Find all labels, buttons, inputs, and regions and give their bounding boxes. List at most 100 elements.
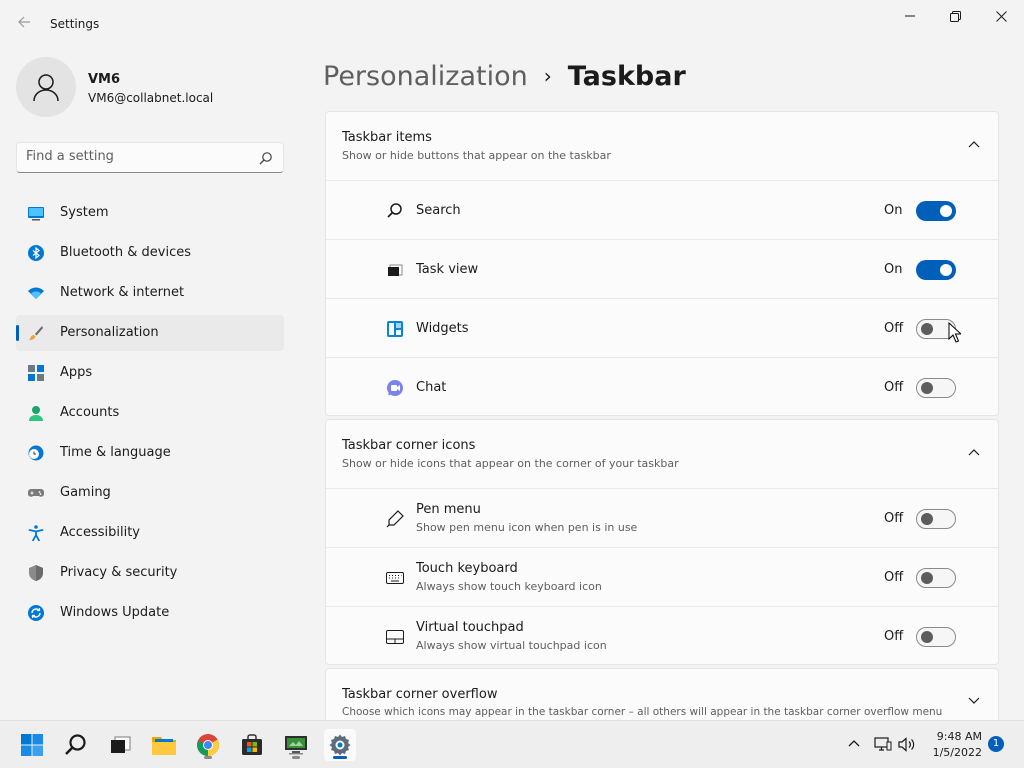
sidebar-item-windows-update[interactable]: Windows Update [16,595,284,631]
widgets-icon [387,321,403,337]
brush-icon [29,326,43,340]
setting-description: Always show virtual touchpad icon [416,639,607,652]
toggle-knob [921,631,933,643]
file-explorer-icon [152,737,176,755]
setting-row-pen-menu: Pen menu Show pen menu icon when pen is … [326,488,998,547]
setting-label: Chat [416,380,447,395]
sidebar-item-network[interactable]: Network & internet [16,275,284,311]
minimize-button[interactable] [887,4,933,28]
taskbar-clock[interactable]: 9:48 AM 1/5/2022 [922,729,982,761]
user-name: VM6 [88,72,121,87]
sidebar-item-gaming[interactable]: Gaming [16,475,284,511]
remote-desktop-button[interactable] [280,729,312,761]
touch-keyboard-toggle[interactable] [916,568,956,588]
sidebar-item-apps[interactable]: Apps [16,355,284,391]
sidebar-item-accessibility[interactable]: Accessibility [16,515,284,551]
sidebar-item-label: Privacy & security [60,565,178,580]
store-icon [242,734,262,755]
setting-row-search: Search On [326,180,998,239]
store-button[interactable] [236,729,268,761]
sidebar-nav: System Bluetooth & devices Network & int… [16,195,284,635]
clock-globe-icon [28,445,44,461]
user-email: VM6@collabnet.local [88,91,214,105]
file-explorer-button[interactable] [148,729,180,761]
restore-button[interactable] [932,4,978,28]
breadcrumb: Personalization › Taskbar [323,56,686,96]
section-subtitle: Show or hide icons that appear on the co… [342,457,679,470]
toggle-state-text: On [884,203,903,218]
task-view-toggle[interactable] [916,260,956,280]
chrome-button[interactable] [192,729,224,761]
toggle-knob [921,323,933,335]
toggle-state-text: On [884,262,903,277]
section-title: Taskbar items [342,130,432,145]
toggle-state-text: Off [884,629,904,644]
virtual-touchpad-toggle[interactable] [916,627,956,647]
sidebar-item-system[interactable]: System [16,195,284,231]
person-avatar-icon [33,74,59,102]
sidebar-item-label: Accessibility [60,525,140,540]
chat-icon [387,380,403,396]
corner-icons-header[interactable]: Taskbar corner icons Show or hide icons … [326,420,998,488]
sidebar-item-label: Personalization [60,325,159,340]
chevron-up-icon[interactable] [968,140,980,148]
setting-row-chat: Chat Off [326,357,998,415]
search-icon [65,734,86,755]
sidebar-item-label: Bluetooth & devices [60,245,191,260]
clock-time: 9:48 AM [936,730,982,743]
close-icon [995,10,1007,22]
start-button[interactable] [16,729,48,761]
running-indicator [204,756,212,759]
chevron-down-icon[interactable] [968,697,980,705]
sidebar-item-personalization[interactable]: Personalization [16,315,284,351]
setting-row-virtual-touchpad: Virtual touchpad Always show virtual tou… [326,606,998,664]
taskbar-corner-icons-section: Taskbar corner icons Show or hide icons … [325,419,999,665]
close-button[interactable] [978,4,1024,28]
chat-toggle[interactable] [916,378,956,398]
task-view-button[interactable] [104,729,136,761]
setting-label: Pen menu [416,502,481,517]
setting-label: Virtual touchpad [416,620,524,635]
sidebar-item-bluetooth[interactable]: Bluetooth & devices [16,235,284,271]
setting-row-touch-keyboard: Touch keyboard Always show touch keyboar… [326,547,998,606]
toggle-knob [921,572,933,584]
chevron-up-icon[interactable] [968,448,980,456]
network-icon[interactable] [874,736,892,752]
settings-icon [329,734,351,756]
setting-description: Always show touch keyboard icon [416,580,602,593]
back-button[interactable] [12,12,36,36]
show-hidden-icons-chevron-icon[interactable] [848,739,860,747]
sidebar-item-privacy-security[interactable]: Privacy & security [16,555,284,591]
setting-description: Show pen menu icon when pen is in use [416,521,638,534]
breadcrumb-parent-link[interactable]: Personalization [323,61,528,92]
notification-badge[interactable]: 1 [988,736,1004,752]
toggle-knob [921,513,933,525]
toggle-state-text: Off [884,511,904,526]
user-profile[interactable]: VM6 VM6@collabnet.local [16,57,286,117]
pen-menu-toggle[interactable] [916,509,956,529]
monitor-icon [28,207,44,221]
setting-label: Touch keyboard [416,561,518,576]
search-icon[interactable] [259,150,273,169]
minimize-icon [905,15,915,17]
keyboard-icon [386,572,404,584]
shield-icon [29,565,43,581]
search-toggle[interactable] [916,201,956,221]
avatar [16,57,76,117]
section-subtitle: Show or hide buttons that appear on the … [342,149,611,162]
gamepad-icon [28,489,44,497]
clock-date: 1/5/2022 [932,746,982,759]
sidebar-item-accounts[interactable]: Accounts [16,395,284,431]
settings-search-box[interactable] [16,142,284,173]
sidebar-item-label: System [60,205,109,220]
taskbar-search-button[interactable] [60,729,92,761]
taskbar-corner-overflow-section[interactable]: Taskbar corner overflow Choose which ico… [325,668,999,720]
settings-taskbar-button[interactable] [324,729,356,761]
search-input[interactable] [26,149,246,164]
taskbar-items-header[interactable]: Taskbar items Show or hide buttons that … [326,112,998,180]
update-icon [28,605,44,621]
touchpad-icon [386,630,404,644]
volume-icon[interactable] [898,737,916,752]
sidebar-item-time-language[interactable]: Time & language [16,435,284,471]
accessibility-icon [28,525,44,541]
